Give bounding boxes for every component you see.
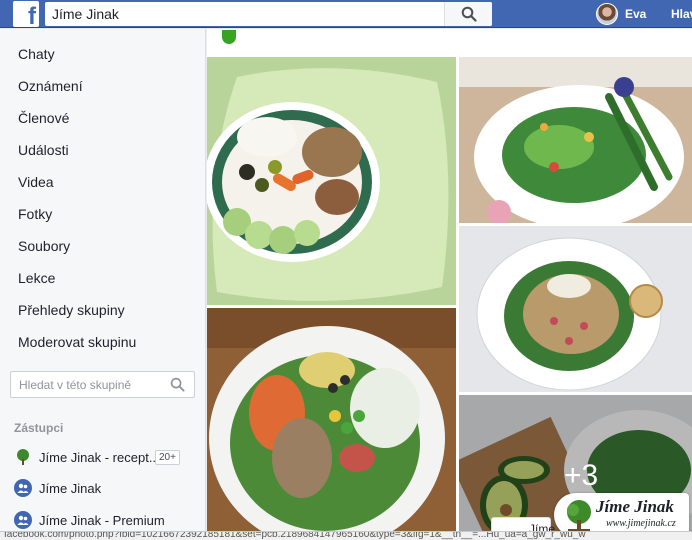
sidebar-item-photos[interactable]: Fotky [18,204,52,224]
sidebar-item-videos[interactable]: Videa [18,172,54,192]
brand-name: Jíme Jinak [596,497,674,516]
browser-status-bar: facebook.com/photo.php?fbid=102166723921… [0,531,692,540]
group-search-input[interactable] [11,372,161,397]
home-link[interactable]: Hlav [671,7,692,21]
status-url: facebook.com/photo.php?fbid=102166723921… [4,531,586,540]
notification-count-badge: 20+ [155,450,180,465]
facebook-logo-letter: f [28,3,36,30]
group-sidebar: Chaty Oznámení Členové Události Videa Fo… [0,29,206,540]
group-icon [14,511,32,529]
group-icon [14,479,32,497]
representative-label: Jíme Jinak - recept... [39,449,160,465]
representative-label: Jíme Jinak [39,480,102,496]
post-content: +3 Jíme Jíme Jinak www.jimejinak.cz [207,29,692,540]
tree-icon [567,500,591,531]
representative-item-premium[interactable]: Jíme Jinak - Premium [14,510,165,530]
sidebar-item-events[interactable]: Události [18,140,69,160]
more-photos-count: +3 [564,459,599,492]
sidebar-item-files[interactable]: Soubory [18,236,70,256]
facebook-logo[interactable]: f [13,1,39,30]
sidebar-item-members[interactable]: Členové [18,108,69,128]
sidebar-item-notifications[interactable]: Oznámení [18,76,83,96]
representative-item-recipes[interactable]: Jíme Jinak - recept... [14,447,160,467]
photo-tile[interactable] [459,57,692,223]
profile-link[interactable]: Eva [596,2,646,26]
tree-icon [14,448,32,466]
photo-tile[interactable] [207,57,456,305]
avatar [596,3,618,25]
representative-label: Jíme Jinak - Premium [39,512,165,528]
green-marker-icon [222,30,236,44]
top-navigation-bar: f Eva Hlav [0,0,692,30]
global-search-input[interactable] [45,3,445,25]
search-icon[interactable] [170,377,185,392]
search-icon [461,6,477,22]
representative-item-jime-jinak[interactable]: Jíme Jinak [14,478,101,498]
global-search-box [45,2,492,26]
group-search-box [10,371,195,398]
search-button[interactable] [444,2,492,26]
representatives-heading: Zástupci [14,421,64,435]
sidebar-item-group-insights[interactable]: Přehledy skupiny [18,300,125,320]
photo-tile[interactable] [459,226,692,392]
sidebar-item-moderate-group[interactable]: Moderovat skupinu [18,332,136,352]
sidebar-item-chats[interactable]: Chaty [18,44,55,64]
photo-tile[interactable] [207,308,456,540]
sidebar-item-units[interactable]: Lekce [18,268,55,288]
brand-url: www.jimejinak.cz [606,518,676,529]
profile-name: Eva [625,7,647,21]
